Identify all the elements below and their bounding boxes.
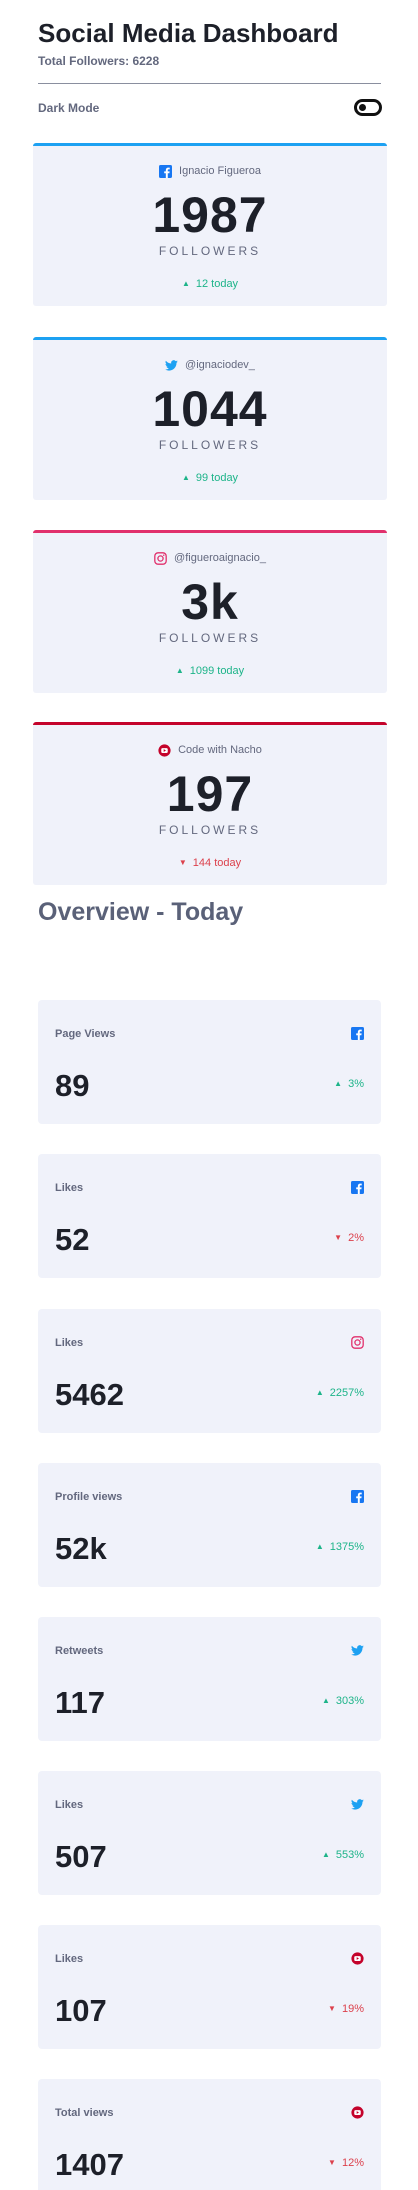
percent-change: ▼ 19% <box>328 2003 364 2015</box>
facebook-icon <box>159 164 173 178</box>
overview-card[interactable]: Page Views 89 ▲ 3% <box>38 1000 381 1124</box>
follower-count: 1987 <box>152 187 268 243</box>
percent-change: ▼ 2% <box>334 1232 364 1244</box>
overview-card[interactable]: Likes 52 ▼ 2% <box>38 1154 381 1278</box>
percent-text: 19% <box>341 2003 364 2015</box>
metric-value: 507 <box>55 1839 107 1874</box>
metric-value: 107 <box>55 1993 107 2028</box>
today-text: 1099 today <box>189 665 245 677</box>
percent-change: ▲ 303% <box>322 1695 364 1707</box>
metric-label: Retweets <box>55 1645 104 1657</box>
arrow-up-icon: ▲ <box>334 1079 343 1088</box>
metric-label: Total views <box>55 2107 114 2119</box>
twitter-icon <box>165 359 178 371</box>
follower-card-facebook[interactable]: Ignacio Figueroa 1987 FOLLOWERS ▲ 12 toda… <box>33 143 387 306</box>
metric-value: 52 <box>55 1222 90 1257</box>
percent-text: 2% <box>348 1232 364 1244</box>
overview-card[interactable]: Retweets 117 ▲ 303% <box>38 1617 381 1741</box>
percent-text: 303% <box>335 1695 364 1707</box>
metric-label: Profile views <box>55 1491 123 1503</box>
instagram-icon <box>351 1336 364 1349</box>
metric-value: 89 <box>55 1068 90 1103</box>
metric-label: Page Views <box>55 1028 116 1040</box>
today-change: ▼ 144 today <box>33 857 387 869</box>
youtube-icon <box>158 743 171 757</box>
overview-title: Overview - Today <box>38 898 244 926</box>
arrow-up-icon: ▲ <box>321 1696 330 1705</box>
arrow-up-icon: ▲ <box>315 1542 324 1551</box>
today-change: ▲ 12 today <box>33 278 387 290</box>
dark-mode-label: Dark Mode <box>38 101 100 115</box>
overview-card[interactable]: Profile views 52k ▲ 1375% <box>38 1463 381 1587</box>
metric-label: Likes <box>55 1337 84 1349</box>
youtube-icon <box>351 2106 364 2119</box>
follower-card-instagram[interactable]: @figueroaignacio_ 3k FOLLOWERS ▲ 1099 tod… <box>33 530 387 693</box>
facebook-icon <box>351 1027 364 1040</box>
metric-label: Likes <box>55 1182 84 1194</box>
metric-value: 5462 <box>55 1377 124 1412</box>
percent-change: ▼ 12% <box>328 2157 364 2169</box>
instagram-icon <box>154 551 167 565</box>
handle-text: @figueroaignacio_ <box>174 552 266 564</box>
today-text: 12 today <box>195 278 239 290</box>
metric-label: Likes <box>55 1799 84 1811</box>
percent-text: 12% <box>341 2157 364 2169</box>
arrow-up-icon: ▲ <box>181 473 190 482</box>
arrow-up-icon: ▲ <box>175 666 184 675</box>
today-text: 99 today <box>195 472 239 484</box>
percent-change: ▲ 2257% <box>316 1387 364 1399</box>
percent-text: 2257% <box>329 1387 364 1399</box>
overview-card[interactable]: Total views 1407 ▼ 12% <box>38 2079 381 2190</box>
percent-text: 1375% <box>329 1541 364 1553</box>
percent-text: 553% <box>335 1849 364 1861</box>
arrow-up-icon: ▲ <box>181 279 190 288</box>
total-followers: Total Followers: 6228 <box>38 54 160 68</box>
handle-text: Code with Nacho <box>178 744 262 756</box>
divider <box>38 83 381 84</box>
overview-card[interactable]: Likes 507 ▲ 553% <box>38 1771 381 1895</box>
card-handle: Ignacio Figueroa <box>33 163 387 179</box>
card-handle: @figueroaignacio_ <box>33 550 387 566</box>
percent-change: ▲ 553% <box>322 1849 364 1861</box>
card-handle: @ignaciodev_ <box>33 357 387 373</box>
metric-label: Likes <box>55 1953 84 1965</box>
follower-count: 1044 <box>152 381 268 437</box>
facebook-icon <box>351 1181 364 1194</box>
percent-change: ▲ 3% <box>334 1078 364 1090</box>
followers-label: FOLLOWERS <box>158 823 262 837</box>
percent-text: 3% <box>348 1078 364 1090</box>
arrow-down-icon: ▼ <box>328 2158 336 2167</box>
twitter-icon <box>351 1645 364 1656</box>
percent-change: ▲ 1375% <box>316 1541 364 1553</box>
metric-value: 117 <box>55 1685 106 1720</box>
dark-mode-toggle[interactable] <box>354 99 382 116</box>
arrow-down-icon: ▼ <box>334 1233 343 1242</box>
follower-card-twitter[interactable]: @ignaciodev_ 1044 FOLLOWERS ▲ 99 today <box>33 337 387 500</box>
overview-card[interactable]: Likes 5462 ▲ 2257% <box>38 1309 381 1433</box>
followers-label: FOLLOWERS <box>158 631 262 645</box>
toggle-knob <box>359 104 366 111</box>
follower-card-youtube[interactable]: Code with Nacho 197 FOLLOWERS ▼ 144 today <box>33 722 387 885</box>
facebook-icon <box>351 1490 364 1503</box>
followers-label: FOLLOWERS <box>158 244 262 258</box>
page-title: Social Media Dashboard <box>38 18 339 48</box>
youtube-icon <box>351 1952 364 1965</box>
today-text: 144 today <box>192 857 242 869</box>
follower-count: 197 <box>166 766 254 822</box>
card-handle: Code with Nacho <box>33 742 387 758</box>
metric-value: 1407 <box>55 2147 124 2182</box>
arrow-up-icon: ▲ <box>315 1388 324 1397</box>
arrow-down-icon: ▼ <box>178 858 187 867</box>
metric-value: 52k <box>55 1531 107 1566</box>
arrow-down-icon: ▼ <box>328 2004 336 2013</box>
followers-label: FOLLOWERS <box>158 438 262 452</box>
follower-count: 3k <box>181 574 239 630</box>
overview-card[interactable]: Likes 107 ▼ 19% <box>38 1925 381 2049</box>
handle-text: @ignaciodev_ <box>185 359 255 371</box>
today-change: ▲ 99 today <box>33 472 387 484</box>
handle-text: Ignacio Figueroa <box>179 165 261 177</box>
today-change: ▲ 1099 today <box>33 665 387 677</box>
twitter-icon <box>351 1799 364 1810</box>
arrow-up-icon: ▲ <box>321 1850 330 1859</box>
